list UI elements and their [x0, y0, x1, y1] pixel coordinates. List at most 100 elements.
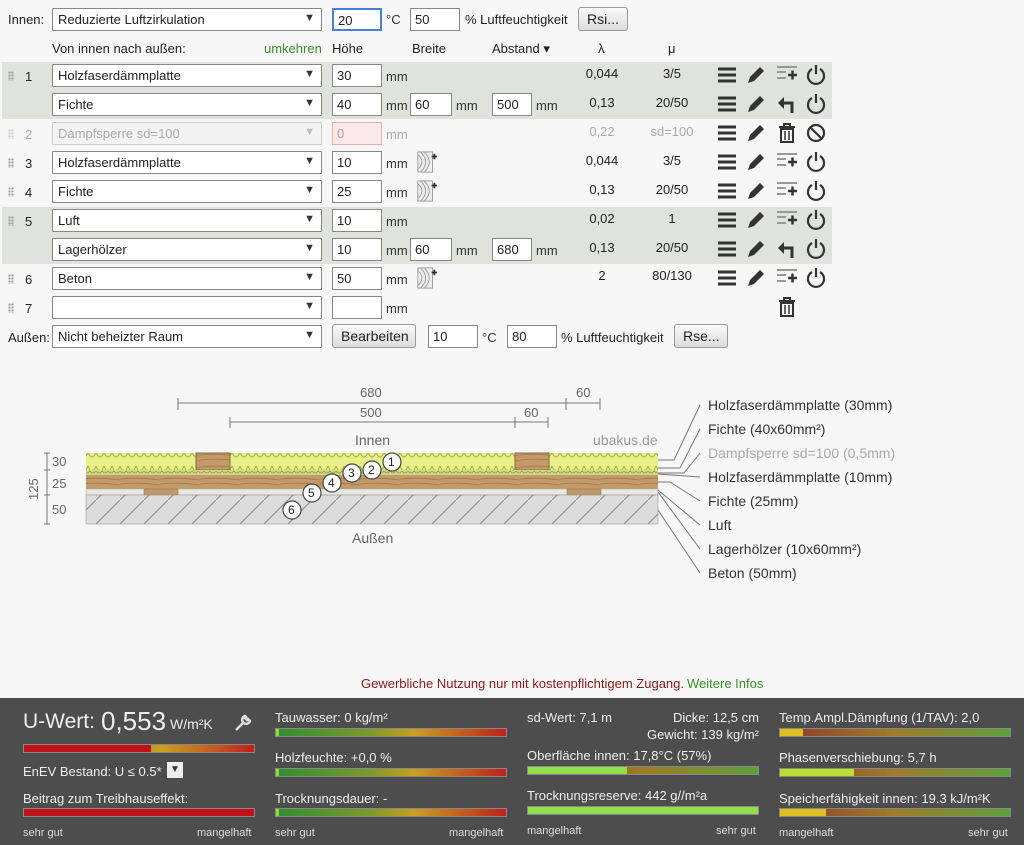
disabled-icon[interactable]	[805, 122, 827, 144]
heat-capacity-bar	[779, 808, 1011, 817]
enev-dropdown[interactable]: ▼	[167, 762, 183, 778]
layer-material-select[interactable]: ▼	[52, 296, 322, 319]
outer-temp-input[interactable]: 10	[428, 325, 478, 348]
layer-material-value: Holzfaserdämmplatte	[58, 68, 181, 83]
rsi-button[interactable]: Rsi...	[578, 7, 628, 31]
lambda-header: λ	[598, 41, 605, 56]
delete-layer-icon[interactable]	[776, 296, 798, 318]
inner-temp-input[interactable]: 20	[332, 8, 382, 31]
add-inhomogeneous-icon[interactable]	[416, 151, 438, 173]
drag-handle-icon[interactable]	[8, 274, 14, 284]
layer-material-value: Holzfaserdämmplatte	[58, 155, 181, 170]
drag-handle-icon[interactable]	[8, 158, 14, 168]
drag-handle-icon[interactable]	[8, 187, 14, 197]
edit-pencil-icon[interactable]	[745, 180, 767, 202]
edit-pencil-icon[interactable]	[745, 64, 767, 86]
layer-height-input[interactable]: 25	[332, 180, 382, 203]
power-toggle-icon[interactable]	[805, 64, 827, 86]
reverse-link[interactable]: umkehren	[264, 41, 322, 56]
dropdown-arrow-icon: ▼	[304, 68, 315, 80]
layer-number: 6	[25, 272, 33, 287]
side-dim-30: 30	[52, 454, 67, 469]
mu-header: μ	[668, 41, 676, 56]
edit-pencil-icon[interactable]	[745, 238, 767, 260]
power-toggle-icon[interactable]	[805, 267, 827, 289]
menu-icon[interactable]	[716, 151, 738, 173]
spacing-unit: mm	[536, 243, 558, 258]
lambda-value: 0,02	[589, 211, 615, 226]
layer-width-input[interactable]: 60	[410, 238, 452, 261]
edit-pencil-icon[interactable]	[745, 93, 767, 115]
drag-handle-icon[interactable]	[8, 129, 14, 139]
layer-material-select[interactable]: Fichte ▼	[52, 180, 322, 203]
sd-value: sd-Wert: 7,1 m	[527, 710, 613, 725]
layer-material-select[interactable]: Dampfsperre sd=100 ▼	[52, 122, 322, 145]
delete-layer-icon[interactable]	[776, 122, 798, 144]
layer-width-input[interactable]: 60	[410, 93, 452, 116]
layer-height-input[interactable]: 10	[332, 151, 382, 174]
add-inhomogeneous-icon[interactable]	[416, 180, 438, 202]
layer-height-input[interactable]: 10	[332, 209, 382, 232]
outside-climate-select[interactable]: Nicht beheizter Raum ▼	[52, 325, 322, 348]
menu-icon[interactable]	[716, 64, 738, 86]
u-value: 0,553	[101, 706, 167, 736]
edit-pencil-icon[interactable]	[745, 122, 767, 144]
layer-material-select[interactable]: Lagerhölzer ▼	[52, 238, 322, 261]
weight: Gewicht: 139 kg/m²	[647, 727, 759, 742]
layer-height-input[interactable]: 0	[332, 122, 382, 145]
drag-handle-icon[interactable]	[8, 216, 14, 226]
wood-moisture-label: Holzfeuchte: +0,0 %	[275, 750, 392, 765]
innen-climate-select[interactable]: Reduzierte Luftzirkulation ▼	[52, 8, 322, 31]
layer-material-select[interactable]: Beton ▼	[52, 267, 322, 290]
layer-spacing-input[interactable]: 500	[492, 93, 532, 116]
layer-height-input[interactable]: 30	[332, 64, 382, 87]
layer-height-input[interactable]: 10	[332, 238, 382, 261]
add-inhomogeneous-icon[interactable]	[416, 267, 438, 289]
edit-button[interactable]: Bearbeiten	[332, 324, 416, 348]
add-sublayer-icon[interactable]	[776, 151, 798, 173]
menu-icon[interactable]	[716, 122, 738, 144]
menu-icon[interactable]	[716, 238, 738, 260]
layer-material-select[interactable]: Luft ▼	[52, 209, 322, 232]
edit-pencil-icon[interactable]	[745, 151, 767, 173]
layer-height-input[interactable]	[332, 296, 382, 319]
innen-label: Innen:	[8, 12, 45, 27]
power-toggle-icon[interactable]	[805, 151, 827, 173]
wrench-icon[interactable]	[234, 714, 252, 732]
edit-pencil-icon[interactable]	[745, 267, 767, 289]
add-sublayer-icon[interactable]	[776, 180, 798, 202]
menu-icon[interactable]	[716, 180, 738, 202]
inner-humidity-input[interactable]: 50	[410, 8, 460, 31]
add-sublayer-icon[interactable]	[776, 267, 798, 289]
layer-material-value: Fichte	[58, 184, 94, 199]
layer-material-value: Fichte	[58, 97, 94, 112]
power-toggle-icon[interactable]	[805, 93, 827, 115]
outer-humidity-input[interactable]: 80	[507, 325, 557, 348]
spacing-header[interactable]: Abstand ▾	[492, 41, 550, 57]
drag-handle-icon[interactable]	[8, 71, 14, 81]
menu-icon[interactable]	[716, 93, 738, 115]
menu-icon[interactable]	[716, 267, 738, 289]
drag-handle-icon[interactable]	[8, 303, 14, 313]
undo-arrow-icon[interactable]	[776, 93, 798, 115]
edit-pencil-icon[interactable]	[745, 209, 767, 231]
legend-item: Dampfsperre sd=100 (0,5mm)	[708, 445, 896, 461]
add-sublayer-icon[interactable]	[776, 64, 798, 86]
layer-spacing-input[interactable]: 680	[492, 238, 532, 261]
u-value-unit: W/m²K	[170, 716, 213, 732]
power-toggle-icon[interactable]	[805, 209, 827, 231]
power-toggle-icon[interactable]	[805, 180, 827, 202]
power-toggle-icon[interactable]	[805, 238, 827, 260]
layer-material-select[interactable]: Holzfaserdämmplatte ▼	[52, 64, 322, 87]
layer-material-select[interactable]: Holzfaserdämmplatte ▼	[52, 151, 322, 174]
mu-value: 20/50	[655, 95, 689, 110]
direction-label: Von innen nach außen:	[52, 41, 186, 56]
undo-arrow-icon[interactable]	[776, 238, 798, 260]
more-info-link[interactable]: Weitere Infos	[687, 676, 763, 691]
layer-height-input[interactable]: 50	[332, 267, 382, 290]
add-sublayer-icon[interactable]	[776, 209, 798, 231]
layer-material-select[interactable]: Fichte ▼	[52, 93, 322, 116]
menu-icon[interactable]	[716, 209, 738, 231]
rse-button[interactable]: Rse...	[674, 324, 728, 348]
layer-height-input[interactable]: 40	[332, 93, 382, 116]
